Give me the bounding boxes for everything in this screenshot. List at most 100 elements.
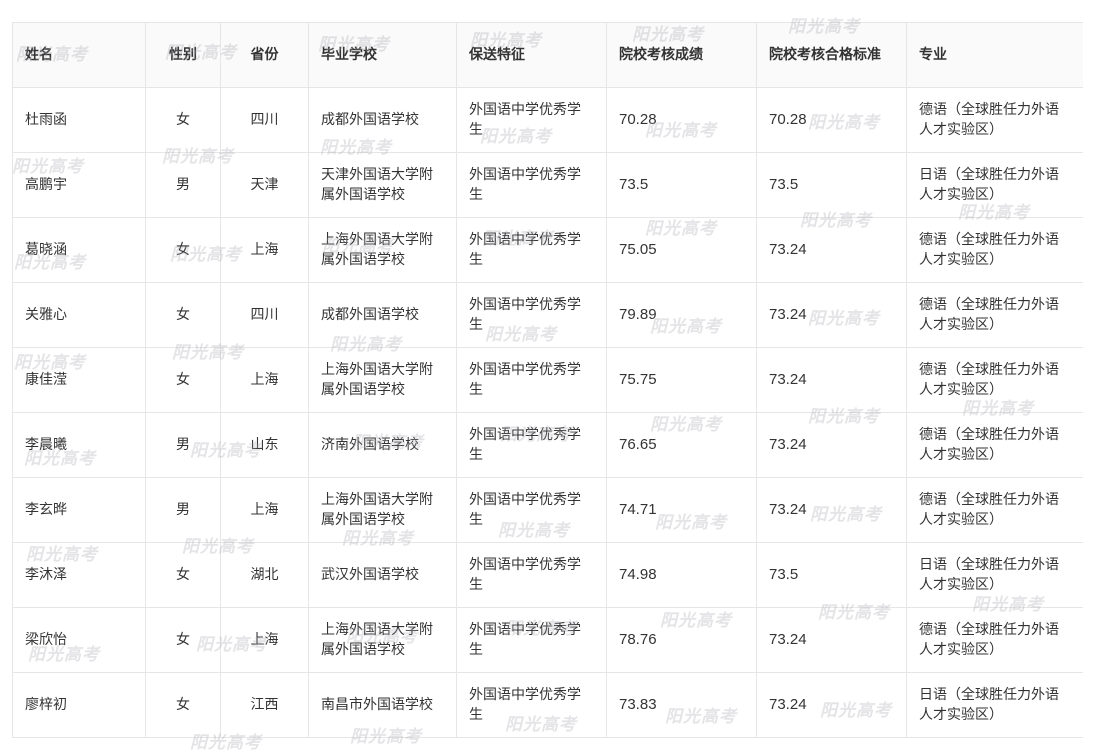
cell-pass-line: 73.24 <box>756 477 907 543</box>
table-row: 廖梓初 女 江西 南昌市外国语学校 外国语中学优秀学生 73.83 73.24 … <box>12 672 1083 738</box>
cell-pass-line: 73.24 <box>756 282 907 348</box>
cell-name: 关雅心 <box>12 282 146 348</box>
header-school: 毕业学校 <box>308 22 457 88</box>
cell-score: 75.05 <box>606 217 757 283</box>
cell-feature: 外国语中学优秀学生 <box>456 87 607 153</box>
cell-school: 南昌市外国语学校 <box>308 672 457 738</box>
cell-gender: 女 <box>145 672 221 738</box>
cell-pass-line: 73.24 <box>756 217 907 283</box>
cell-province: 上海 <box>220 477 309 543</box>
table-row: 李沐泽 女 湖北 武汉外国语学校 外国语中学优秀学生 74.98 73.5 日语… <box>12 542 1083 608</box>
cell-school: 上海外国语大学附属外国语学校 <box>308 607 457 673</box>
cell-feature: 外国语中学优秀学生 <box>456 672 607 738</box>
table-row: 梁欣怡 女 上海 上海外国语大学附属外国语学校 外国语中学优秀学生 78.76 … <box>12 607 1083 673</box>
cell-feature: 外国语中学优秀学生 <box>456 477 607 543</box>
cell-score: 76.65 <box>606 412 757 478</box>
header-name: 姓名 <box>12 22 146 88</box>
table-body: 杜雨函 女 四川 成都外国语学校 外国语中学优秀学生 70.28 70.28 德… <box>12 87 1083 738</box>
cell-major: 德语（全球胜任力外语人才实验区） <box>906 217 1083 283</box>
cell-province: 江西 <box>220 672 309 738</box>
table-row: 李玄晔 男 上海 上海外国语大学附属外国语学校 外国语中学优秀学生 74.71 … <box>12 477 1083 543</box>
cell-name: 杜雨函 <box>12 87 146 153</box>
cell-school: 济南外国语学校 <box>308 412 457 478</box>
table-row: 杜雨函 女 四川 成都外国语学校 外国语中学优秀学生 70.28 70.28 德… <box>12 87 1083 153</box>
cell-school: 成都外国语学校 <box>308 282 457 348</box>
cell-gender: 女 <box>145 217 221 283</box>
cell-major: 德语（全球胜任力外语人才实验区） <box>906 87 1083 153</box>
cell-province: 四川 <box>220 87 309 153</box>
header-feature: 保送特征 <box>456 22 607 88</box>
cell-major: 日语（全球胜任力外语人才实验区） <box>906 542 1083 608</box>
cell-major: 德语（全球胜任力外语人才实验区） <box>906 412 1083 478</box>
cell-major: 日语（全球胜任力外语人才实验区） <box>906 672 1083 738</box>
cell-score: 70.28 <box>606 87 757 153</box>
cell-gender: 女 <box>145 347 221 413</box>
table-header: 姓名 性别 省份 毕业学校 保送特征 院校考核成绩 院校考核合格标准 专业 <box>12 22 1083 88</box>
header-province: 省份 <box>220 22 309 88</box>
table-row: 李晨曦 男 山东 济南外国语学校 外国语中学优秀学生 76.65 73.24 德… <box>12 412 1083 478</box>
header-score: 院校考核成绩 <box>606 22 757 88</box>
cell-feature: 外国语中学优秀学生 <box>456 412 607 478</box>
cell-name: 梁欣怡 <box>12 607 146 673</box>
header-pass-line: 院校考核合格标准 <box>756 22 907 88</box>
cell-score: 78.76 <box>606 607 757 673</box>
cell-province: 四川 <box>220 282 309 348</box>
cell-gender: 男 <box>145 477 221 543</box>
cell-province: 湖北 <box>220 542 309 608</box>
cell-school: 天津外国语大学附属外国语学校 <box>308 152 457 218</box>
cell-feature: 外国语中学优秀学生 <box>456 282 607 348</box>
cell-score: 73.5 <box>606 152 757 218</box>
cell-province: 上海 <box>220 347 309 413</box>
cell-name: 廖梓初 <box>12 672 146 738</box>
cell-pass-line: 73.5 <box>756 152 907 218</box>
cell-score: 79.89 <box>606 282 757 348</box>
cell-gender: 男 <box>145 412 221 478</box>
cell-feature: 外国语中学优秀学生 <box>456 542 607 608</box>
cell-score: 74.71 <box>606 477 757 543</box>
cell-feature: 外国语中学优秀学生 <box>456 152 607 218</box>
cell-school: 上海外国语大学附属外国语学校 <box>308 347 457 413</box>
cell-name: 康佳滢 <box>12 347 146 413</box>
cell-school: 上海外国语大学附属外国语学校 <box>308 217 457 283</box>
header-gender: 性别 <box>145 22 221 88</box>
header-major: 专业 <box>906 22 1083 88</box>
cell-score: 73.83 <box>606 672 757 738</box>
table-row: 关雅心 女 四川 成都外国语学校 外国语中学优秀学生 79.89 73.24 德… <box>12 282 1083 348</box>
cell-feature: 外国语中学优秀学生 <box>456 607 607 673</box>
cell-major: 德语（全球胜任力外语人才实验区） <box>906 347 1083 413</box>
cell-feature: 外国语中学优秀学生 <box>456 217 607 283</box>
cell-gender: 女 <box>145 87 221 153</box>
cell-pass-line: 73.24 <box>756 672 907 738</box>
cell-name: 高鹏宇 <box>12 152 146 218</box>
table-row: 葛晓涵 女 上海 上海外国语大学附属外国语学校 外国语中学优秀学生 75.05 … <box>12 217 1083 283</box>
cell-gender: 女 <box>145 607 221 673</box>
admission-table-container: 姓名 性别 省份 毕业学校 保送特征 院校考核成绩 院校考核合格标准 专业 杜雨… <box>12 22 1083 753</box>
cell-school: 武汉外国语学校 <box>308 542 457 608</box>
cell-school: 上海外国语大学附属外国语学校 <box>308 477 457 543</box>
cell-name: 葛晓涵 <box>12 217 146 283</box>
cell-name: 李沐泽 <box>12 542 146 608</box>
cell-feature: 外国语中学优秀学生 <box>456 347 607 413</box>
cell-pass-line: 73.24 <box>756 607 907 673</box>
cell-major: 德语（全球胜任力外语人才实验区） <box>906 477 1083 543</box>
table-row: 康佳滢 女 上海 上海外国语大学附属外国语学校 外国语中学优秀学生 75.75 … <box>12 347 1083 413</box>
cell-major: 德语（全球胜任力外语人才实验区） <box>906 607 1083 673</box>
cell-major: 德语（全球胜任力外语人才实验区） <box>906 282 1083 348</box>
cell-province: 上海 <box>220 217 309 283</box>
cell-pass-line: 70.28 <box>756 87 907 153</box>
table-row: 高鹏宇 男 天津 天津外国语大学附属外国语学校 外国语中学优秀学生 73.5 7… <box>12 152 1083 218</box>
cell-school: 成都外国语学校 <box>308 87 457 153</box>
cell-gender: 女 <box>145 542 221 608</box>
cell-pass-line: 73.24 <box>756 347 907 413</box>
cell-name: 李晨曦 <box>12 412 146 478</box>
cell-score: 74.98 <box>606 542 757 608</box>
cell-province: 上海 <box>220 607 309 673</box>
cell-province: 山东 <box>220 412 309 478</box>
cell-pass-line: 73.24 <box>756 412 907 478</box>
cell-province: 天津 <box>220 152 309 218</box>
cell-pass-line: 73.5 <box>756 542 907 608</box>
cell-gender: 男 <box>145 152 221 218</box>
cell-gender: 女 <box>145 282 221 348</box>
admission-table: 姓名 性别 省份 毕业学校 保送特征 院校考核成绩 院校考核合格标准 专业 杜雨… <box>12 22 1083 738</box>
cell-name: 李玄晔 <box>12 477 146 543</box>
